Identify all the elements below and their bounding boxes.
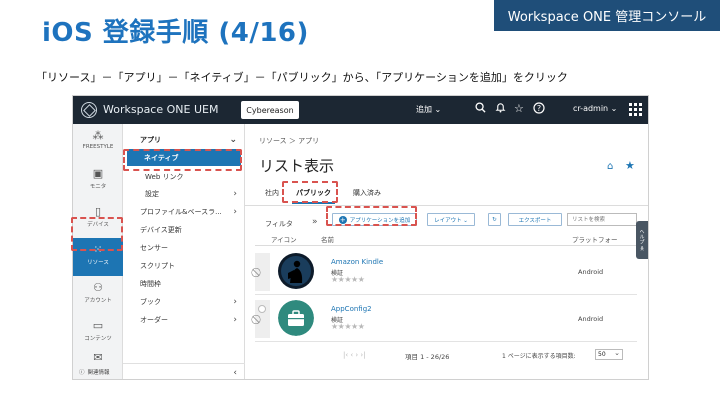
refresh-icon: ↻ — [492, 216, 497, 223]
favorite-star-icon[interactable]: ★ — [625, 159, 635, 172]
svg-text:?: ? — [537, 104, 541, 113]
resources-subnav: アプリ ⌄ ネイティブ Web リンク 設定 › プロファイル&ベースラ... … — [123, 124, 245, 379]
platform-cell: Android — [578, 268, 604, 276]
workspace-one-logo-icon — [81, 102, 97, 118]
freestyle-icon: ⁂ — [92, 129, 104, 142]
star-outline-icon[interactable]: ☆ — [514, 102, 524, 116]
per-page-select[interactable]: 50 — [595, 348, 623, 360]
tab-purchased[interactable]: 購入済み — [353, 188, 381, 198]
column-icon[interactable]: アイコン — [271, 234, 297, 244]
main-nav-rail: ⁂ FREESTYLE ▣ モニタ ▯ デバイス ⁙ リソース ⚇ アカウント … — [73, 124, 123, 379]
subnav-device-updates[interactable]: デバイス更新 — [123, 221, 245, 238]
nav-devices[interactable]: ▯ デバイス — [73, 200, 123, 238]
resources-icon: ⁙ — [93, 243, 103, 256]
tab-public[interactable]: パブリック — [292, 188, 335, 204]
chevron-down-icon: ⌄ — [229, 134, 237, 145]
filter-label[interactable]: フィルタ — [265, 219, 293, 229]
chevron-right-icon: › — [233, 206, 237, 217]
pager-range: 項目 1 - 26/26 — [405, 353, 450, 361]
main-content: リソース ＞ アプリ リスト表示 ⌂ ★ 社内 パブリック 購入済み フィルタ … — [245, 124, 648, 379]
console-window: Workspace ONE UEM Cybereason 追加 ⌄ ☆ ? cr… — [72, 95, 649, 380]
subnav-settings[interactable]: 設定 › — [123, 185, 245, 202]
kindle-app-icon — [278, 253, 314, 289]
app-name-link[interactable]: Amazon Kindle — [331, 258, 383, 266]
info-icon: ⓘ — [79, 370, 85, 376]
chevron-right-icon: › — [233, 188, 237, 199]
accounts-icon: ⚇ — [93, 281, 103, 294]
rating-stars: ★★★★★ — [331, 275, 365, 284]
user-menu[interactable]: cr-admin ⌄ — [573, 104, 617, 113]
platform-cell: Android — [578, 315, 604, 323]
layout-button[interactable]: レイアウト ⌄ — [427, 213, 475, 226]
column-platform[interactable]: プラットフォー — [572, 234, 618, 244]
table-row[interactable]: ⃠ AppConfig2 検証 ★★★★★ Android — [255, 296, 637, 342]
column-name[interactable]: 名前 — [321, 234, 334, 244]
plus-icon: + — [338, 215, 347, 224]
related-info[interactable]: ⓘ 関連情報 — [73, 363, 123, 379]
add-application-button[interactable]: + アプリケーションを追加 — [332, 213, 417, 226]
subnav-apps[interactable]: アプリ ⌄ — [123, 131, 245, 148]
subnav-web-links[interactable]: Web リンク — [123, 168, 245, 185]
subnav-scripts[interactable]: スクリプト — [123, 257, 245, 274]
chevron-right-icon: › — [233, 314, 237, 325]
help-icon[interactable]: ? — [533, 102, 545, 118]
search-icon[interactable] — [475, 102, 486, 117]
bell-icon[interactable] — [495, 102, 506, 117]
pager-nav-buttons[interactable]: |‹ ‹ › ›| — [343, 351, 366, 359]
app-launcher-icon[interactable] — [629, 103, 642, 116]
add-menu[interactable]: 追加 ⌄ — [416, 104, 441, 115]
brand-label: Workspace ONE 管理コンソール — [494, 0, 720, 31]
subnav-profiles[interactable]: プロファイル&ベースラ... › — [123, 203, 245, 220]
home-icon[interactable]: ⌂ — [607, 161, 613, 172]
search-list-input[interactable] — [567, 213, 637, 226]
top-bar: Workspace ONE UEM Cybereason 追加 ⌄ ☆ ? cr… — [73, 96, 648, 124]
subnav-sensors[interactable]: センサー — [123, 239, 245, 256]
device-icon: ▯ — [94, 205, 102, 218]
refresh-button[interactable]: ↻ — [488, 213, 501, 226]
row-select-area[interactable] — [255, 253, 270, 291]
product-name: Workspace ONE UEM — [103, 103, 219, 116]
monitor-icon: ▣ — [92, 167, 104, 180]
help-side-tab[interactable]: ヘルプ ≪ — [636, 221, 648, 259]
subnav-time-windows[interactable]: 時間枠 — [123, 275, 245, 292]
nav-accounts[interactable]: ⚇ アカウント — [73, 276, 123, 314]
app-tabs: 社内 パブリック 購入済み — [245, 184, 648, 206]
slide-title: iOS 登録手順 (4/16) — [42, 18, 309, 48]
org-group-button[interactable]: Cybereason — [241, 101, 299, 119]
breadcrumb[interactable]: リソース ＞ アプリ — [259, 136, 319, 146]
expand-filter-icon[interactable]: » — [312, 217, 318, 227]
row-radio[interactable] — [258, 305, 266, 313]
table-header: アイコン 名前 プラットフォー — [255, 231, 648, 246]
subnav-books[interactable]: ブック › — [123, 293, 245, 310]
nav-resources[interactable]: ⁙ リソース — [73, 238, 123, 276]
collapse-subnav-button[interactable]: ‹ — [123, 363, 245, 379]
chevron-right-icon: › — [233, 296, 237, 307]
appconfig-app-icon — [278, 300, 314, 336]
app-name-link[interactable]: AppConfig2 — [331, 305, 372, 313]
pagination: |‹ ‹ › ›| 項目 1 - 26/26 1 ページに表示する項目数: 50 — [245, 345, 648, 365]
nav-monitor[interactable]: ▣ モニタ — [73, 162, 123, 200]
rating-stars: ★★★★★ — [331, 322, 365, 331]
subnav-native[interactable]: ネイティブ — [127, 149, 241, 166]
table-row[interactable]: ⃠ Amazon Kindle 検証 ★★★★★ Android — [255, 249, 637, 295]
export-button[interactable]: エクスポート — [508, 213, 562, 226]
content-icon: ▭ — [92, 319, 104, 332]
tab-internal[interactable]: 社内 — [265, 188, 279, 198]
nav-freestyle[interactable]: ⁂ FREESTYLE — [73, 124, 123, 162]
subnav-orders[interactable]: オーダー › — [123, 311, 245, 328]
per-page-label: 1 ページに表示する項目数: — [502, 353, 576, 360]
instruction-text: 「リソース」－「アプリ」－「ネイティブ」－「パブリック」から、「アプリケーション… — [36, 71, 568, 84]
page-title: リスト表示 — [259, 157, 335, 175]
